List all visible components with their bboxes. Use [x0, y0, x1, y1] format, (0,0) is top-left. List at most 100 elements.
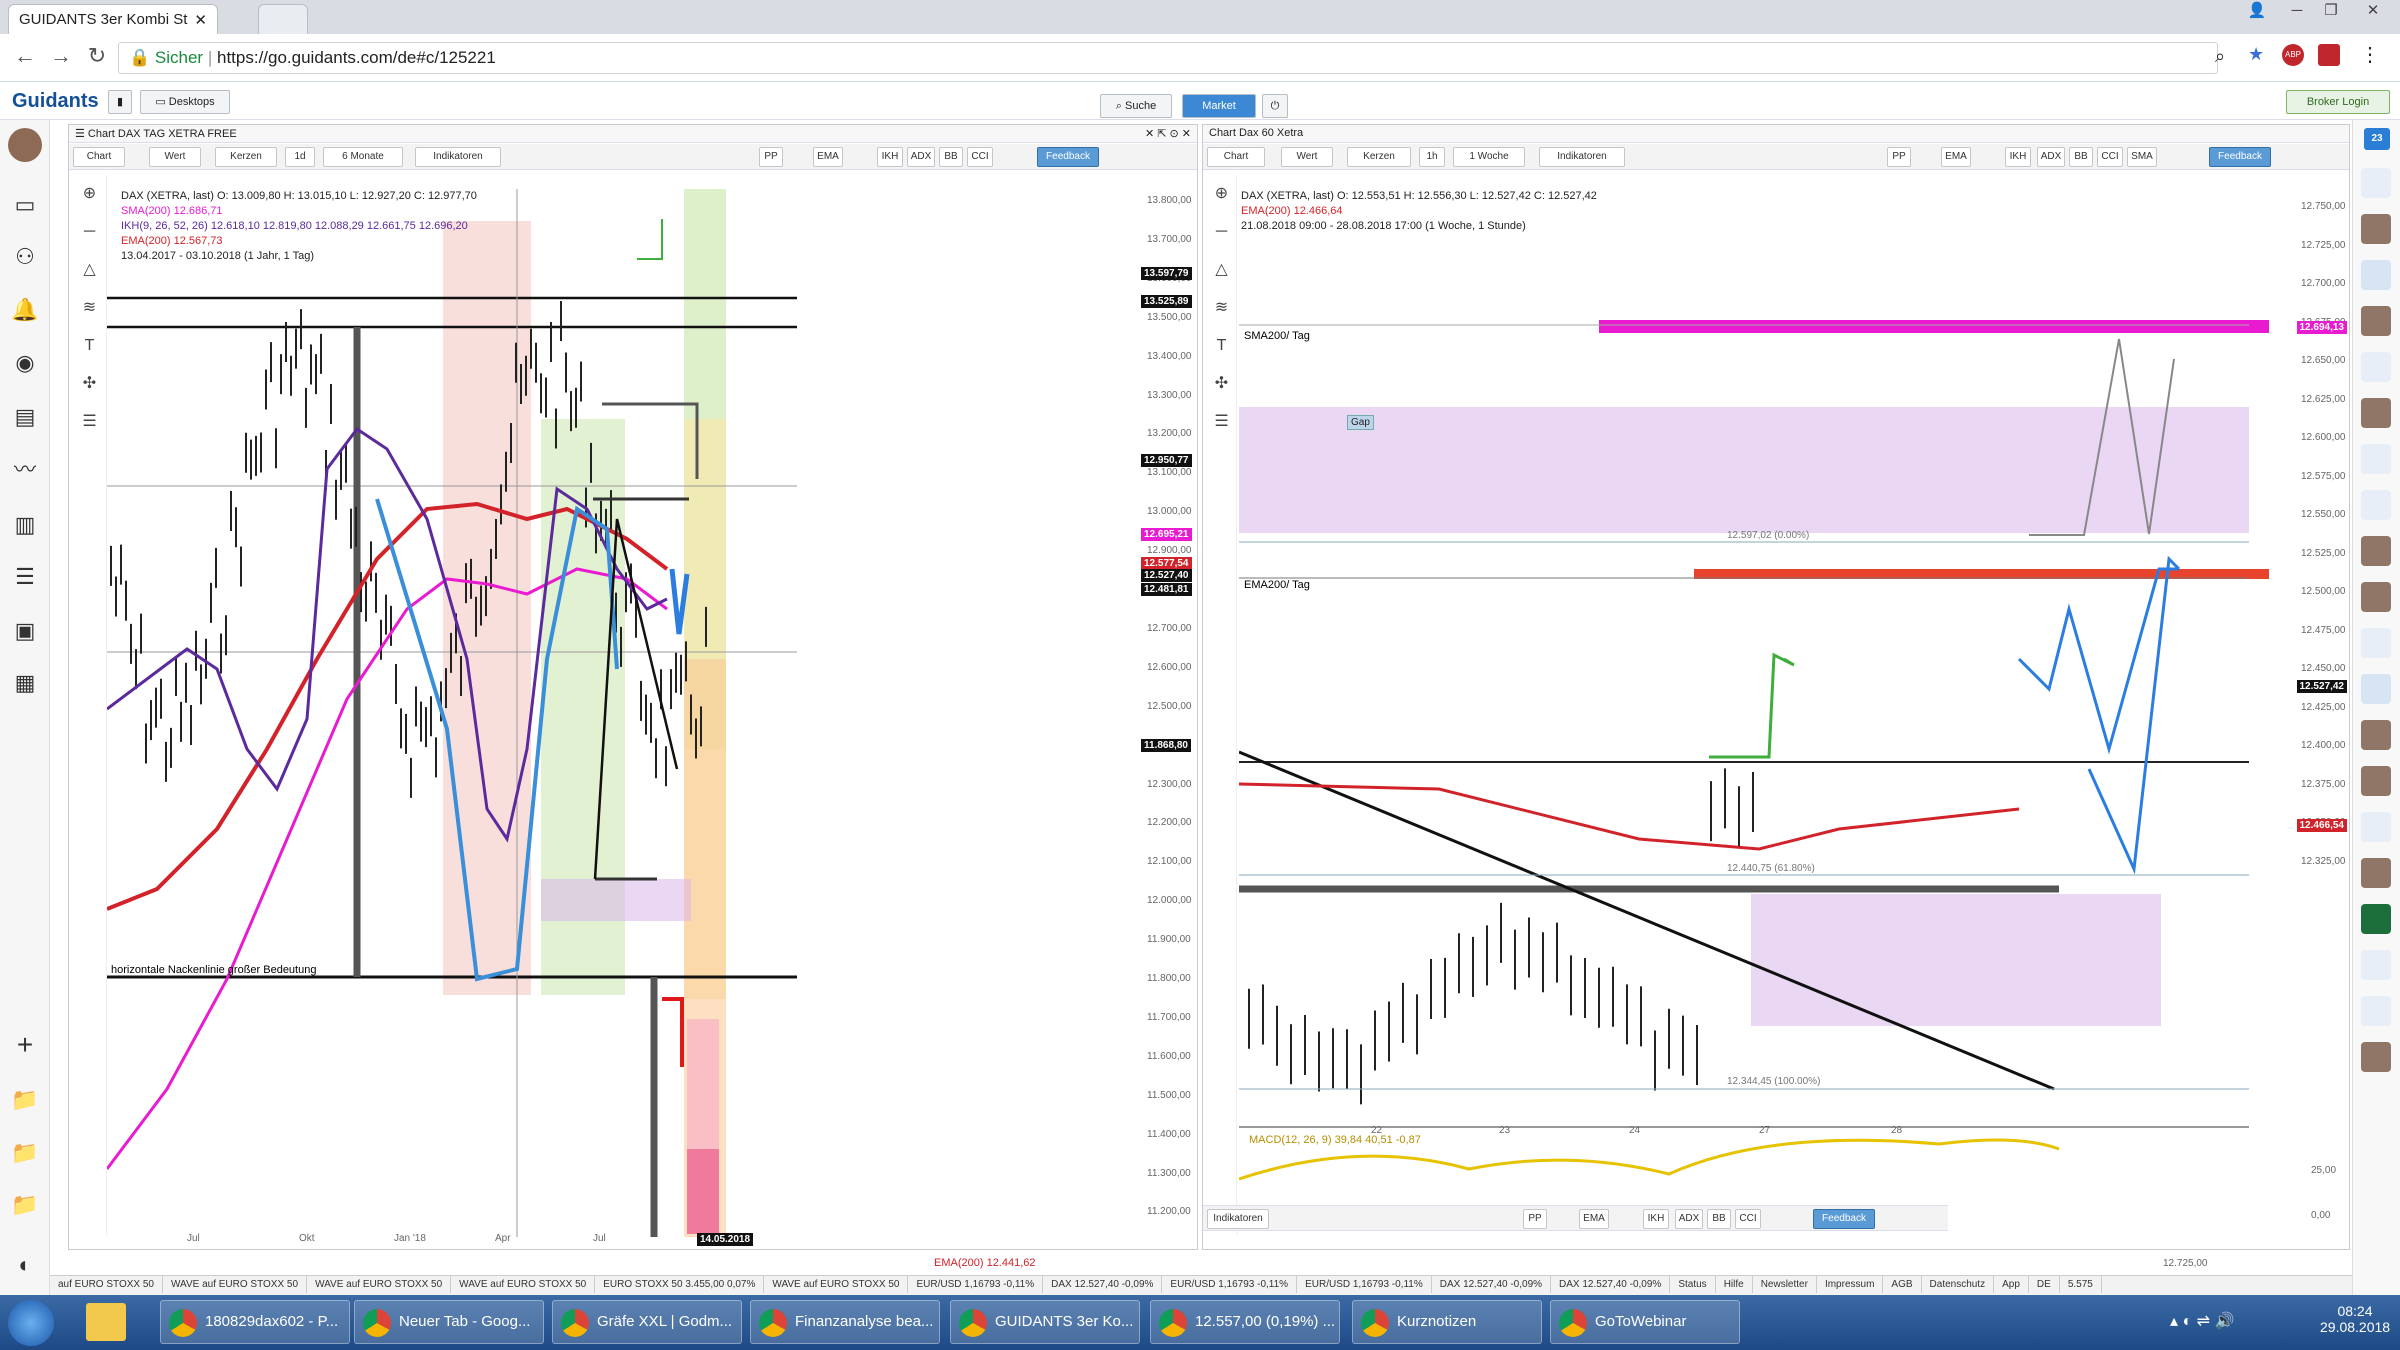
avatar[interactable] [2361, 582, 2391, 612]
book-icon[interactable]: ▥ [10, 510, 40, 540]
status-item[interactable]: Impressum [1817, 1276, 1884, 1293]
broker-login-button[interactable]: Broker Login [2286, 90, 2390, 114]
feedback-button[interactable]: Feedback [2209, 147, 2271, 167]
status-item[interactable]: WAVE auf EURO STOXX 50 [163, 1276, 308, 1293]
indikatoren-button[interactable]: Indikatoren [415, 147, 501, 167]
tray-icons[interactable]: ▴ ◐ ⇌ 🔊 [2170, 1311, 2234, 1331]
kerzen-button[interactable]: Kerzen [215, 147, 277, 167]
dpa-afx-icon[interactable] [2361, 996, 2391, 1026]
news-icon[interactable] [2361, 260, 2391, 290]
add-icon[interactable]: + [10, 1030, 40, 1060]
extension-icon[interactable] [2318, 44, 2340, 66]
status-item[interactable]: EUR/USD 1,16793 -0,11% [1162, 1276, 1298, 1293]
avatar[interactable] [8, 128, 42, 162]
desktops-button[interactable]: ▭ Desktops [140, 90, 230, 114]
range-button[interactable]: 6 Monate [323, 147, 403, 167]
eye-icon[interactable]: ◉ [10, 348, 40, 378]
status-item[interactable]: AGB [1883, 1276, 1922, 1293]
taskbar-item[interactable]: Finanzanalyse bea... [750, 1300, 940, 1344]
status-item[interactable]: Datenschutz [1922, 1276, 1995, 1293]
cci-button[interactable]: CCI [2097, 147, 2123, 167]
new-tab-button[interactable] [258, 4, 308, 34]
wert-button[interactable]: Wert [149, 147, 201, 167]
fibonacci-icon[interactable]: ≋ [73, 289, 106, 327]
bell-icon[interactable]: 🔔 [10, 295, 40, 325]
interval-button[interactable]: 1h [1419, 147, 1445, 167]
profile-icon[interactable]: 👤 [2240, 0, 2274, 24]
taskbar-item[interactable]: GoToWebinar [1550, 1300, 1740, 1344]
chart-line-icon[interactable]: 〰 [10, 455, 40, 485]
avatar[interactable] [2361, 858, 2391, 888]
pp-button[interactable]: PP [759, 147, 783, 167]
market-button[interactable]: Market [1182, 94, 1256, 118]
back-icon[interactable]: ← [12, 44, 38, 70]
avatar[interactable] [2361, 398, 2391, 428]
feedback-button[interactable]: Feedback [1037, 147, 1099, 167]
layers-icon[interactable]: ☰ [73, 403, 106, 441]
taskbar-item[interactable]: 180829dax602 - P... [160, 1300, 350, 1344]
indikatoren-button[interactable]: Indikatoren [1207, 1209, 1269, 1229]
status-item[interactable]: 5.575 [2060, 1276, 2102, 1293]
table-icon[interactable]: ▦ [10, 668, 40, 698]
chart-type-button[interactable]: Chart [73, 147, 125, 167]
forward-icon[interactable]: → [48, 44, 74, 70]
status-item[interactable]: auf EURO STOXX 50 [50, 1276, 163, 1293]
list-icon[interactable]: ☰ [10, 562, 40, 592]
window-icon[interactable]: ▣ [10, 616, 40, 646]
status-item[interactable]: WAVE auf EURO STOXX 50 [451, 1276, 596, 1293]
folder-a-icon[interactable]: 📁 [10, 1085, 40, 1115]
pp-button[interactable]: PP [1887, 147, 1911, 167]
clock[interactable]: 08:24 29.08.2018 [2320, 1303, 2390, 1335]
dpa-afx-icon[interactable] [2361, 444, 2391, 474]
power-icon[interactable]: ⏻ [1262, 94, 1288, 118]
feedback-button[interactable]: Feedback [1813, 1209, 1875, 1229]
taskbar-item[interactable]: 12.557,00 (0,19%) ... [1150, 1300, 1340, 1344]
url-input[interactable]: 🔒 Sicher | https://go.guidants.com/de#c/… [118, 42, 2218, 74]
ema-button[interactable]: EMA [1941, 147, 1971, 167]
status-item[interactable]: EUR/USD 1,16793 -0,11% [1297, 1276, 1432, 1293]
folder-f-icon[interactable]: 📁 [10, 1138, 40, 1168]
search-button[interactable]: ⌕ Suche [1100, 94, 1172, 118]
contrast-icon[interactable]: ◐ [10, 1250, 40, 1280]
bb-button[interactable]: BB [1707, 1209, 1731, 1229]
notification-badge[interactable]: 23 [2364, 128, 2390, 150]
status-item[interactable]: Status [1670, 1276, 1716, 1293]
ema-button[interactable]: EMA [813, 147, 843, 167]
dpa-afx-icon[interactable] [2361, 352, 2391, 382]
ikh-button[interactable]: IKH [877, 147, 903, 167]
status-item[interactable]: WAVE auf EURO STOXX 50 [764, 1276, 909, 1293]
indikatoren-button[interactable]: Indikatoren [1539, 147, 1625, 167]
magnet-icon[interactable]: ✣ [1207, 365, 1236, 403]
browser-tab[interactable]: GUIDANTS 3er Kombi St ✕ [8, 4, 218, 34]
close-window-button[interactable]: ✕ [2348, 0, 2398, 24]
status-item[interactable]: DAX 12.527,40 -0,09% [1043, 1276, 1163, 1293]
adx-button[interactable]: ADX [907, 147, 935, 167]
menu-icon[interactable]: ⋮ [2360, 42, 2380, 67]
dpa-afx-icon[interactable] [2361, 490, 2391, 520]
avatar[interactable] [2361, 214, 2391, 244]
maximize-button[interactable]: ❐ [2314, 0, 2348, 24]
sma-button[interactable]: SMA [2127, 147, 2157, 167]
dpa-afx-icon[interactable] [2361, 812, 2391, 842]
news-icon[interactable]: ▤ [10, 402, 40, 432]
avatar[interactable] [2361, 536, 2391, 566]
cci-button[interactable]: CCI [1735, 1209, 1761, 1229]
adx-button[interactable]: ADX [2037, 147, 2065, 167]
news-icon[interactable] [2361, 674, 2391, 704]
avatar[interactable] [2361, 766, 2391, 796]
bulb-icon[interactable] [2361, 168, 2391, 198]
ema-button[interactable]: EMA [1579, 1209, 1609, 1229]
taskbar-item[interactable]: GUIDANTS 3er Ko... [950, 1300, 1140, 1344]
kerzen-button[interactable]: Kerzen [1347, 147, 1411, 167]
adx-button[interactable]: ADX [1675, 1209, 1703, 1229]
reload-icon[interactable]: ↻ [84, 44, 110, 70]
status-item[interactable]: App [1994, 1276, 2029, 1293]
avatar[interactable] [2361, 306, 2391, 336]
avatar[interactable] [2361, 720, 2391, 750]
avatar[interactable] [2361, 1042, 2391, 1072]
start-button[interactable] [8, 1300, 54, 1346]
bb-button[interactable]: BB [939, 147, 963, 167]
taskbar-item[interactable]: Kurznotizen [1352, 1300, 1542, 1344]
status-item[interactable]: Hilfe [1716, 1276, 1753, 1293]
status-item[interactable]: EURO STOXX 50 3.455,00 0,07% [595, 1276, 765, 1293]
